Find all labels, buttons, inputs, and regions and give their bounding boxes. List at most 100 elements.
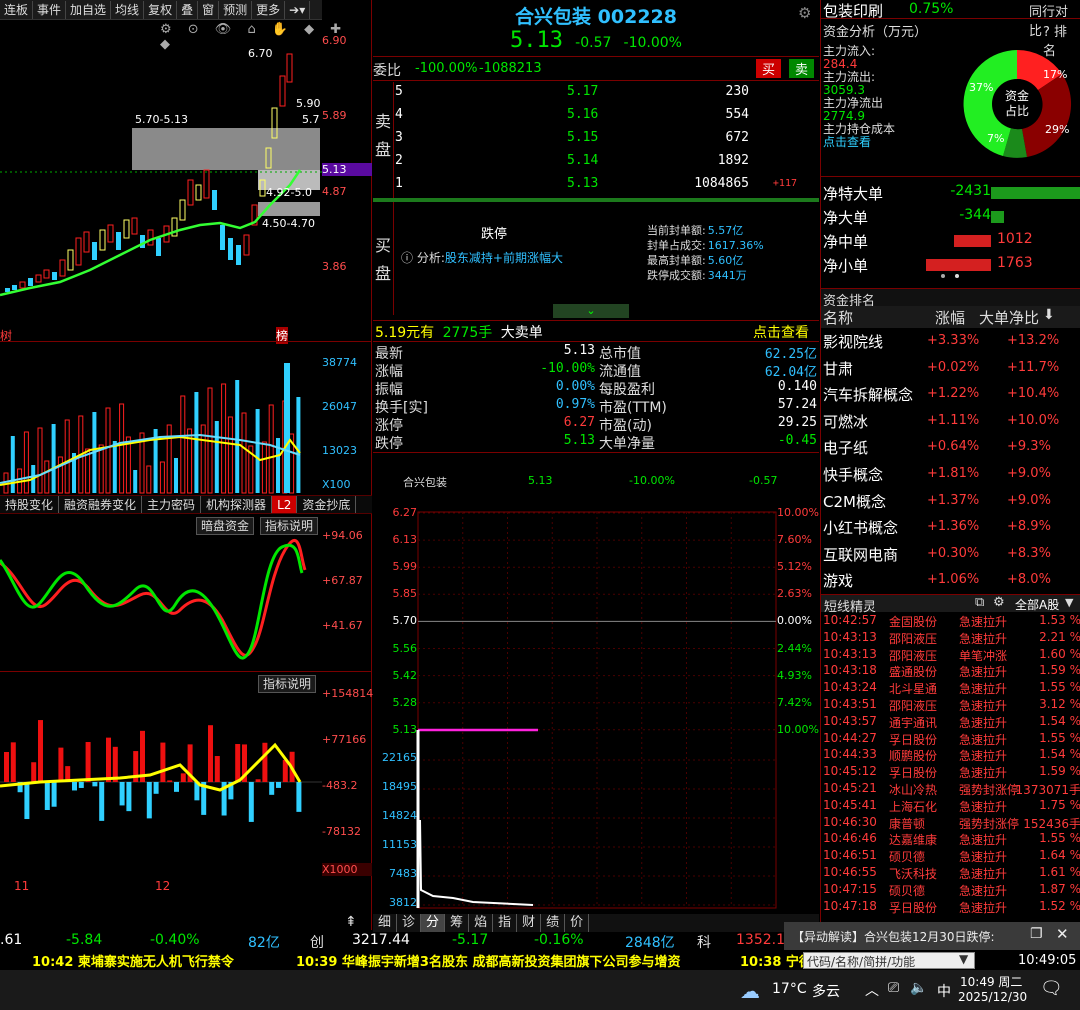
sector-row[interactable]: C2M概念 +1.37% +9.0% — [821, 488, 1080, 514]
page-dot[interactable] — [941, 274, 945, 278]
cost-link[interactable]: 点击查看 — [823, 136, 895, 149]
tab-performance[interactable]: 绩 — [541, 914, 566, 932]
news-item[interactable]: 10:38 宁德 — [740, 951, 812, 970]
taskbar-date[interactable]: 2025/12/30 — [958, 990, 1027, 1004]
net-flow-row[interactable]: 净中单 1012 — [821, 229, 1080, 251]
filter-dropdown-icon[interactable]: ▼ — [1065, 596, 1073, 609]
tab-holding-change[interactable]: 持股变化 — [0, 496, 60, 513]
net-flow-row[interactable]: 净大单 -344 — [821, 205, 1080, 227]
restore-icon[interactable]: ❐ — [1030, 926, 1043, 942]
feed-row[interactable]: 10:47:18 孚日股份 急速拉升 1.52 % — [823, 899, 1080, 916]
orderbook-row[interactable]: 1 5.13 1084865 +117 — [395, 176, 797, 196]
indicator2-chart[interactable] — [0, 690, 322, 880]
sector-row[interactable]: 甘肃 +0.02% +11.7% — [821, 355, 1080, 381]
toolbar-ma[interactable]: 均线 — [111, 0, 145, 19]
volume-chart[interactable] — [0, 345, 322, 495]
tab-bottom-fishing[interactable]: 资金抄底 — [297, 496, 357, 513]
sector-row[interactable]: 游戏 +1.06% +8.0% — [821, 567, 1080, 593]
analysis-row[interactable]: ⓘ 分析:股东减持+前期涨幅大 — [401, 249, 563, 266]
intraday-chart[interactable] — [373, 500, 819, 912]
feed-row[interactable]: 10:46:55 飞沃科技 急速拉升 1.61 % — [823, 865, 1080, 882]
news-item[interactable]: 10:42 柬埔寨实施无人机飞行禁令 — [32, 951, 234, 970]
sector-row[interactable]: 影视院线 +3.33% +13.2% — [821, 328, 1080, 354]
net-flow-row[interactable]: 净特大单 -2431 — [821, 181, 1080, 203]
weather-cloud-icon[interactable]: ☁ — [740, 979, 760, 1003]
feed-row[interactable]: 10:43:18 盛通股份 急速拉升 1.59 % — [823, 663, 1080, 680]
kline-panel[interactable]: 连板 事件 加自选 均线 复权 叠 窗 预测 更多 ➔▾ ⚙ ⊙ 👁 ⌂ ✋ ◆… — [0, 0, 373, 930]
tab-finance[interactable]: 财 — [517, 914, 542, 932]
sector-row[interactable]: 快手概念 +1.81% +9.0% — [821, 461, 1080, 487]
toolbar-forecast[interactable]: 预测 — [219, 0, 253, 19]
orderbook-row[interactable]: 3 5.15 672 — [395, 130, 795, 150]
feed-row[interactable]: 10:45:41 上海石化 急速拉升 1.75 % — [823, 798, 1080, 815]
sector-row[interactable]: 互联网电商 +0.30% +8.3% — [821, 541, 1080, 567]
tab-inst-detector[interactable]: 机构探测器 — [201, 496, 273, 513]
sector-row[interactable]: 可燃冰 +1.11% +10.0% — [821, 408, 1080, 434]
sell-button[interactable]: 卖 — [789, 59, 815, 78]
indicator1-chart[interactable] — [0, 535, 322, 670]
feed-expand-icon[interactable]: ⧉ — [975, 595, 984, 610]
feed-row[interactable]: 10:42:57 金固股份 急速拉升 1.53 % — [823, 613, 1080, 630]
orderbook-row[interactable]: 4 5.16 554 — [395, 107, 795, 127]
alert-popup[interactable]: 【异动解读】合兴包装12月30日跌停: ❐ ✕ — [784, 922, 1080, 950]
tab-main-code[interactable]: 主力密码 — [142, 496, 202, 513]
feed-row[interactable]: 10:44:33 顺鹏股份 急速拉升 1.54 % — [823, 747, 1080, 764]
toolbar-lianban[interactable]: 连板 — [0, 0, 34, 19]
tab-diagnose[interactable]: 诊 — [397, 914, 422, 932]
orderbook-row[interactable]: 2 5.14 1892 — [395, 153, 795, 173]
tab-l2[interactable]: L2 — [272, 496, 298, 513]
search-dropdown-icon[interactable]: ▼ — [959, 952, 968, 966]
tab-fenshi[interactable]: 分 — [421, 914, 446, 932]
col-name[interactable]: 名称 — [823, 307, 853, 328]
indicator-help-button[interactable]: 指标说明 — [260, 517, 319, 535]
feed-row[interactable]: 10:46:51 硕贝德 急速拉升 1.64 % — [823, 848, 1080, 865]
feed-row[interactable]: 10:45:12 孚日股份 急速拉升 1.59 % — [823, 764, 1080, 781]
toolbar-events[interactable]: 事件 — [33, 0, 67, 19]
toolbar-add-watch[interactable]: 加自选 — [66, 0, 112, 19]
feed-row[interactable]: 10:43:13 邵阳液压 急速拉升 2.21 % — [823, 630, 1080, 647]
feed-settings-gear-icon[interactable]: ⚙ — [993, 595, 1005, 610]
page-dot[interactable] — [955, 274, 959, 278]
weather-temp[interactable]: 17°C — [772, 981, 807, 997]
news-item[interactable]: 10:39 华峰振宇新增3名股东 成都高新投资集团旗下公司参与增资 — [296, 951, 680, 970]
weather-desc[interactable]: 多云 — [812, 981, 840, 1001]
tab-flame[interactable]: 焰 — [469, 914, 494, 932]
feed-row[interactable]: 10:43:24 北斗星通 急速拉升 1.55 % — [823, 680, 1080, 697]
search-input[interactable]: 代码/名称/简拼/功能 ▼ — [803, 952, 975, 969]
feed-row[interactable]: 10:43:51 邵阳液压 急速拉升 3.12 % — [823, 697, 1080, 714]
toolbar-more[interactable]: 更多 — [252, 0, 286, 19]
big-order-row[interactable]: 5.19元有 2775手 大卖单 — [375, 322, 543, 342]
tray-chevron-icon[interactable]: ︿ — [865, 980, 879, 1000]
sector-row[interactable]: 电子纸 +0.64% +9.3% — [821, 434, 1080, 460]
dark-pool-button[interactable]: 暗盘资金 — [196, 517, 255, 535]
volume-icon[interactable]: 🔈 — [910, 980, 927, 996]
notification-icon[interactable]: 🗨 — [1040, 978, 1063, 999]
toolbar-window[interactable]: 窗 — [198, 0, 220, 19]
alert-text[interactable]: 【异动解读】合兴包装12月30日跌停: — [792, 928, 995, 945]
toolbar-overlay[interactable]: 叠 — [177, 0, 199, 19]
close-icon[interactable]: ✕ — [1056, 925, 1069, 943]
feed-filter-select[interactable]: 全部A股 — [1015, 596, 1059, 613]
toolbar-adjust[interactable]: 复权 — [144, 0, 178, 19]
sector-row[interactable]: 小红书概念 +1.36% +8.9% — [821, 514, 1080, 540]
orderbook-row[interactable]: 5 5.17 230 — [395, 84, 795, 104]
feed-row[interactable]: 10:46:30 康普顿 强势封涨停 152436手 — [823, 815, 1080, 832]
tab-price[interactable]: 价 — [565, 914, 590, 932]
tab-chips[interactable]: 筹 — [445, 914, 470, 932]
taskbar-clock[interactable]: 10:49 周二 — [960, 973, 1022, 990]
feed-row[interactable]: 10:47:15 硕贝德 急速拉升 1.87 % — [823, 882, 1080, 899]
expand-chevron-icon[interactable]: ⌄ — [553, 304, 629, 318]
sector-row[interactable]: 汽车拆解概念 +1.22% +10.4% — [821, 381, 1080, 407]
feed-row[interactable]: 10:45:21 冰山冷热 强势封涨停 1373071手 — [823, 781, 1080, 798]
toolbar-arrow-icon[interactable]: ➔▾ — [285, 0, 311, 19]
tab-margin-change[interactable]: 融资融券变化 — [59, 496, 143, 513]
big-order-link[interactable]: 点击查看 — [753, 322, 809, 342]
col-pct[interactable]: 涨幅 — [935, 307, 965, 328]
feed-row[interactable]: 10:46:46 达嘉维康 急速拉升 1.55 % — [823, 831, 1080, 848]
buy-button[interactable]: 买 — [756, 59, 782, 78]
analysis-text[interactable]: 股东减持+前期涨幅大 — [445, 251, 563, 265]
network-icon[interactable]: ⎚ — [888, 980, 899, 996]
tab-index[interactable]: 指 — [493, 914, 518, 932]
sort-down-icon[interactable]: ⬇ — [1043, 307, 1055, 323]
collapse-up-icon[interactable]: ⇞ — [345, 914, 357, 930]
